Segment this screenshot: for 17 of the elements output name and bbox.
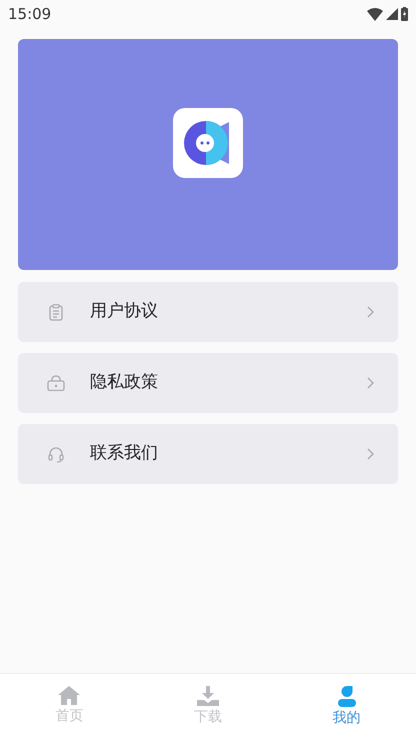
signal-icon	[386, 8, 398, 20]
chevron-right-icon	[367, 306, 374, 318]
clipboard-icon	[49, 304, 63, 320]
status-time: 15:09	[8, 4, 52, 25]
menu-item[interactable]: 用户协议	[18, 282, 398, 342]
home-icon	[58, 686, 80, 705]
menu-item[interactable]: 联系我们	[18, 424, 398, 484]
app-logo-icon	[173, 108, 243, 178]
battery-icon	[401, 7, 408, 21]
wifi-icon	[367, 8, 383, 20]
headset-icon	[48, 446, 64, 462]
chevron-right-icon	[367, 377, 374, 389]
menu-item[interactable]: 隐私政策	[18, 353, 398, 413]
lock-icon	[47, 375, 65, 391]
download-icon	[197, 686, 219, 706]
person-icon	[338, 684, 356, 706]
chevron-right-icon	[367, 448, 374, 460]
